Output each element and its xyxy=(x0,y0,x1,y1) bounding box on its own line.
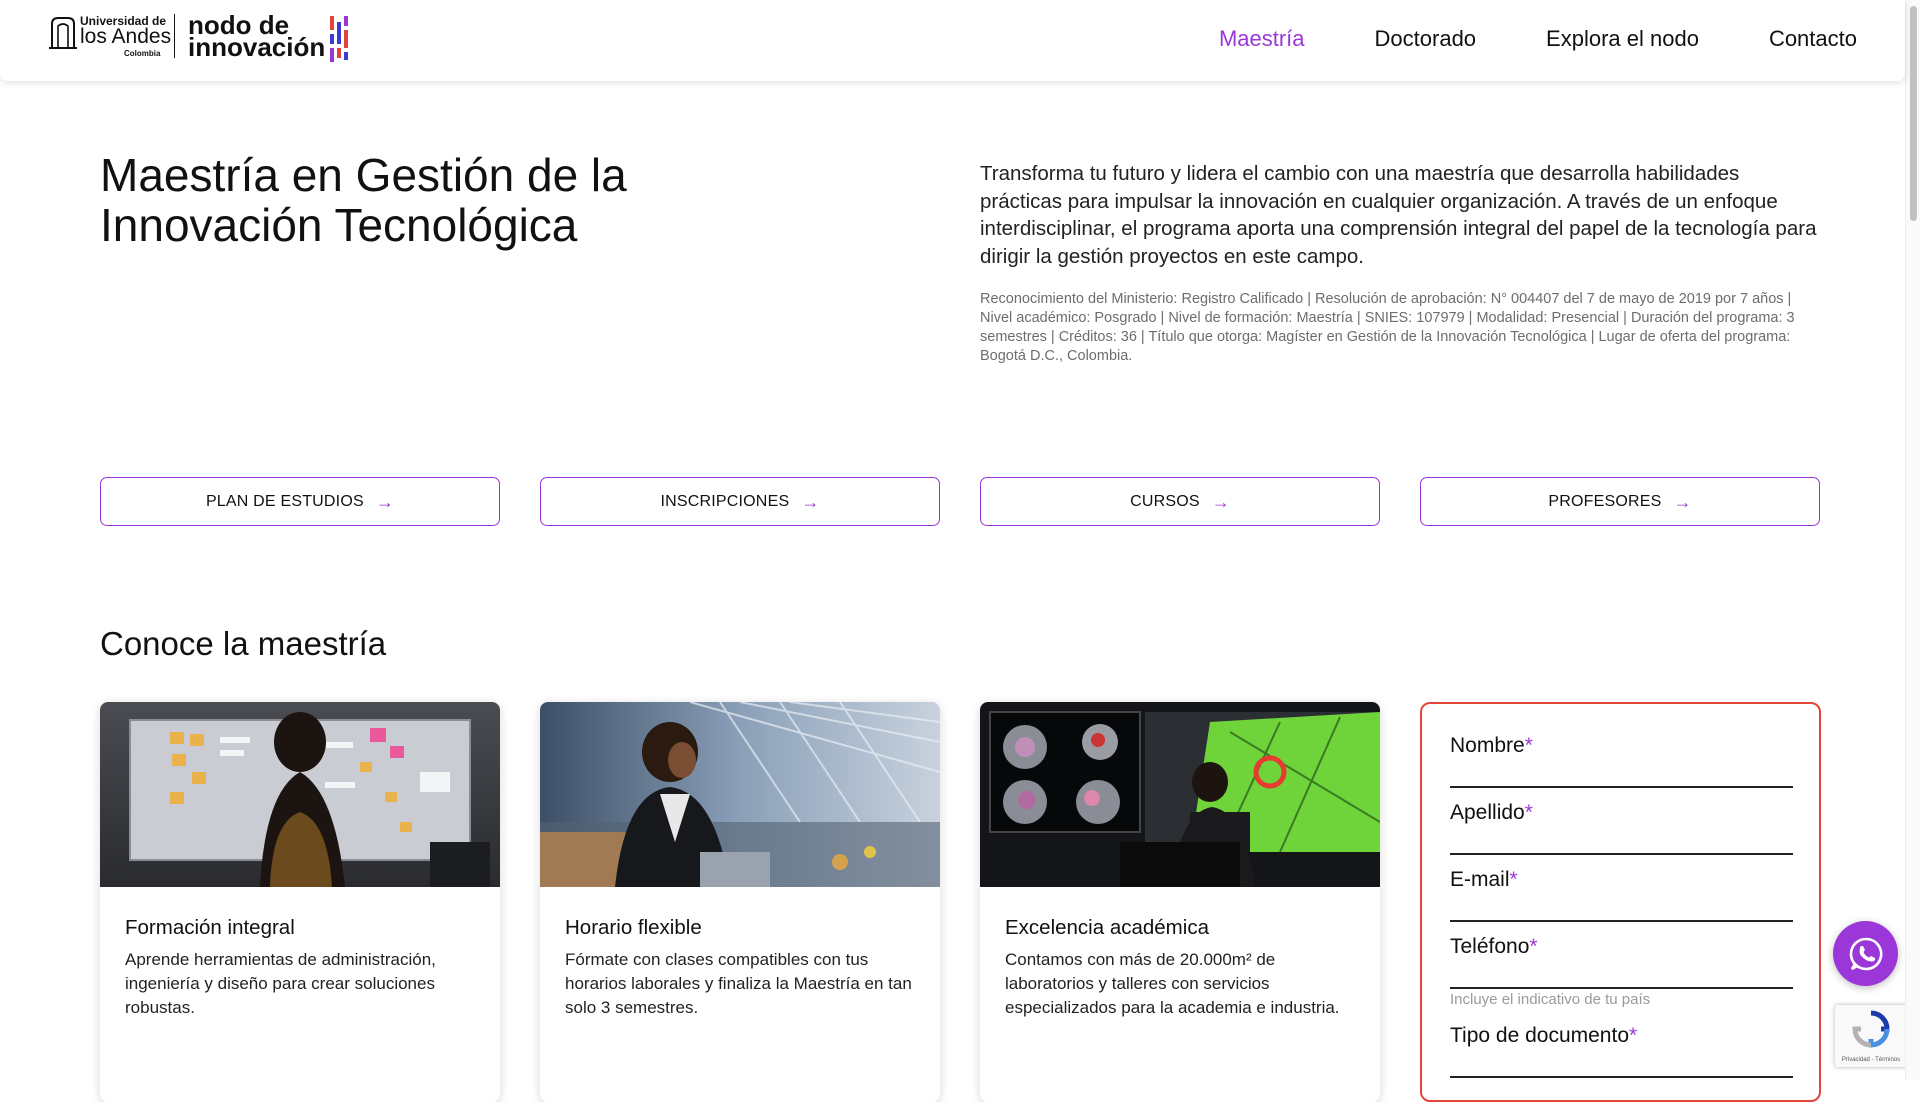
card-image-woman-laptop xyxy=(540,702,940,887)
uniandes-logo-line3: Colombia xyxy=(124,49,161,58)
tipo-documento-underline xyxy=(1450,1076,1793,1078)
email-underline xyxy=(1450,920,1793,922)
telefono-label: Teléfono* xyxy=(1450,935,1538,958)
arrow-right-icon: → xyxy=(375,491,395,512)
whatsapp-button[interactable] xyxy=(1833,921,1898,986)
page-scrollbar[interactable] xyxy=(1905,0,1920,1080)
card-image-researcher-screens xyxy=(980,702,1380,887)
recaptcha-badge[interactable]: Privacidad - Términos xyxy=(1835,1005,1907,1067)
nav-contacto[interactable]: Contacto xyxy=(1769,26,1857,52)
uniandes-seal-icon xyxy=(49,17,77,49)
apellido-label: Apellido* xyxy=(1450,801,1533,824)
registration-form: Nombre* Apellido* E-mail* Teléfono* Incl… xyxy=(1420,702,1821,1102)
nav-maestria[interactable]: Maestría xyxy=(1219,26,1305,52)
card-text: Aprende herramientas de administración, … xyxy=(125,950,436,1017)
recaptcha-icon xyxy=(1852,1010,1890,1048)
profesores-button[interactable]: PROFESORES → xyxy=(1420,477,1820,526)
plan-de-estudios-label: PLAN DE ESTUDIOS xyxy=(205,492,364,510)
nav-explora-el-nodo[interactable]: Explora el nodo xyxy=(1546,26,1699,52)
nodo-innovacion-logo[interactable]: nodo de innovación xyxy=(188,12,358,62)
email-field[interactable]: E-mail* xyxy=(1450,868,1793,922)
apellido-underline xyxy=(1450,853,1793,855)
card-text: Fórmate con clases compatibles con tus h… xyxy=(565,950,912,1017)
hero-description: Transforma tu futuro y lidera el cambio … xyxy=(980,162,1817,268)
card-title: Formación integral xyxy=(125,916,295,939)
section-title: Conoce la maestría xyxy=(100,625,387,662)
inscripciones-label: INSCRIPCIONES xyxy=(660,492,790,510)
tipo-documento-label: Tipo de documento* xyxy=(1450,1024,1638,1047)
uniandes-logo-line2: los Andes xyxy=(80,25,172,48)
arrow-right-icon: → xyxy=(801,491,820,512)
tipo-documento-field[interactable]: Tipo de documento* xyxy=(1450,1024,1793,1078)
nombre-underline xyxy=(1450,786,1793,788)
feature-card-excelencia: Excelencia académica Contamos con más de… xyxy=(980,702,1380,1102)
site-header: Universidad de los Andes Colombia nodo d… xyxy=(0,0,1905,81)
card-image-woman-board xyxy=(100,702,500,887)
card-title: Horario flexible xyxy=(565,916,702,939)
email-label: E-mail* xyxy=(1450,868,1518,891)
nodo-logo-line2: innovación xyxy=(188,32,326,62)
main-nav: Maestría Doctorado Explora el nodo Conta… xyxy=(1149,26,1857,52)
logo-divider xyxy=(174,14,175,58)
nombre-field[interactable]: Nombre* xyxy=(1450,734,1793,788)
page-title: Maestría en Gestión de la Innovación Tec… xyxy=(100,149,627,251)
card-title: Excelencia académica xyxy=(1005,916,1209,939)
apellido-field[interactable]: Apellido* xyxy=(1450,801,1793,855)
cursos-label: CURSOS xyxy=(1130,492,1200,510)
feature-card-formacion: Formación integral Aprende herramientas … xyxy=(100,702,500,1102)
nodo-bars-icon xyxy=(330,16,348,62)
telefono-underline xyxy=(1450,987,1793,989)
plan-de-estudios-button[interactable]: PLAN DE ESTUDIOS → xyxy=(100,477,500,526)
arrow-right-icon: → xyxy=(1211,491,1230,512)
uniandes-logo[interactable]: Universidad de los Andes Colombia xyxy=(48,14,172,60)
nombre-label: Nombre* xyxy=(1450,734,1533,757)
cursos-button[interactable]: CURSOS → xyxy=(980,477,1380,526)
inscripciones-button[interactable]: INSCRIPCIONES → xyxy=(540,477,940,526)
arrow-right-icon: → xyxy=(1673,491,1692,512)
telefono-hint: Incluye el indicativo de tu país xyxy=(1450,991,1651,1008)
scrollbar-thumb[interactable] xyxy=(1910,6,1917,221)
recaptcha-links[interactable]: Privacidad - Términos xyxy=(1835,1057,1907,1063)
program-legal-info: Reconocimiento del Ministerio: Registro … xyxy=(980,291,1795,364)
nav-doctorado[interactable]: Doctorado xyxy=(1375,26,1477,52)
whatsapp-icon xyxy=(1849,937,1882,970)
profesores-label: PROFESORES xyxy=(1548,492,1662,510)
card-text: Contamos con más de 20.000m² de laborato… xyxy=(1005,950,1340,1017)
feature-card-horario: Horario flexible Fórmate con clases comp… xyxy=(540,702,940,1102)
telefono-field[interactable]: Teléfono* Incluye el indicativo de tu pa… xyxy=(1450,935,1793,1008)
